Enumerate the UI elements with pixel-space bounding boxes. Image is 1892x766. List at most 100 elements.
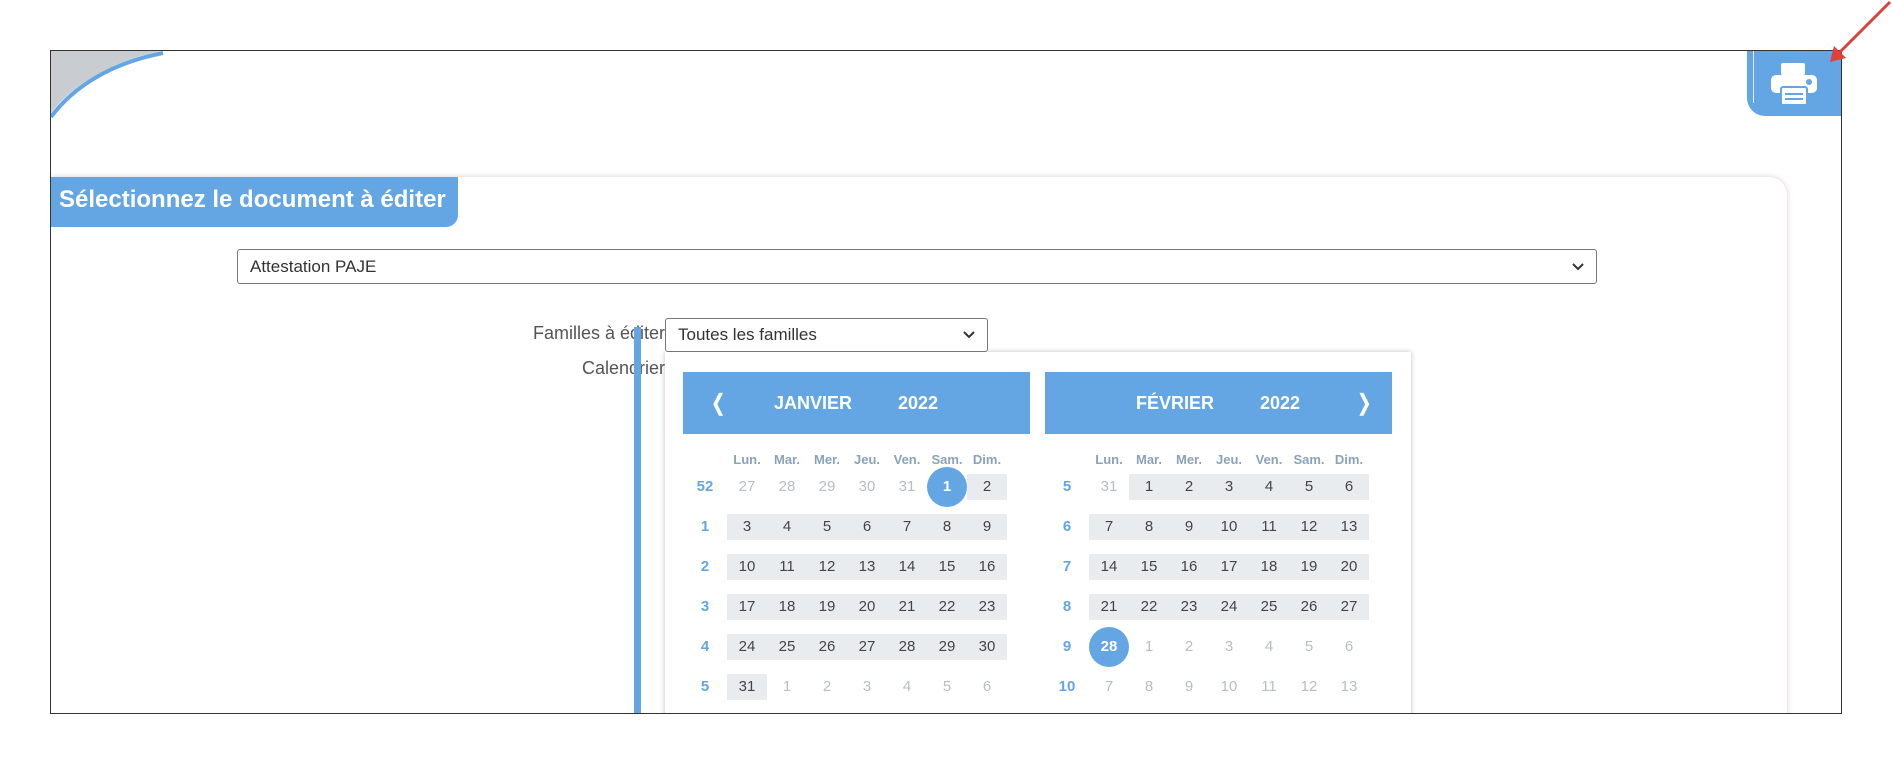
calendar-day[interactable]: 23 (1169, 594, 1209, 620)
calendar-day[interactable]: 6 (967, 674, 1007, 700)
calendar-day[interactable]: 11 (767, 554, 807, 580)
calendar-day[interactable]: 14 (887, 554, 927, 580)
calendar-day[interactable]: 1 (767, 674, 807, 700)
calendar-day[interactable]: 7 (1089, 674, 1129, 700)
calendar-day[interactable]: 9 (1169, 674, 1209, 700)
calendar-day-label: 8 (1144, 518, 1154, 535)
calendar-day-label: 14 (1100, 558, 1118, 575)
calendar-day-label: 31 (738, 678, 756, 695)
calendar-day[interactable]: 13 (1329, 514, 1369, 540)
calendar-day[interactable]: 15 (1129, 554, 1169, 580)
calendar-day[interactable]: 2 (967, 474, 1007, 500)
calendar-day[interactable]: 12 (807, 554, 847, 580)
calendar-day[interactable]: 6 (1329, 634, 1369, 660)
calendar-day-selected[interactable]: 1 (927, 467, 967, 507)
calendar-day[interactable]: 18 (1249, 554, 1289, 580)
calendar-day[interactable]: 22 (1129, 594, 1169, 620)
calendar-day[interactable]: 13 (1329, 674, 1369, 700)
month-header: ❬ JANVIER 2022 (683, 372, 1030, 434)
calendar-day[interactable]: 6 (847, 514, 887, 540)
calendar-day[interactable]: 4 (1249, 634, 1289, 660)
calendar-day[interactable]: 7 (1089, 514, 1129, 540)
calendar-day[interactable]: 10 (727, 554, 767, 580)
calendar-day[interactable]: 4 (887, 674, 927, 700)
calendar-day[interactable]: 31 (887, 474, 927, 500)
calendar-day[interactable]: 25 (767, 634, 807, 660)
calendar-day[interactable]: 19 (1289, 554, 1329, 580)
calendar-day[interactable]: 13 (847, 554, 887, 580)
calendar-day-label: 3 (1224, 638, 1234, 655)
calendar-day-label: 28 (778, 478, 796, 495)
calendar-day[interactable]: 31 (1089, 474, 1129, 500)
calendar-day[interactable]: 3 (847, 674, 887, 700)
prev-month-button[interactable]: ❬ (709, 372, 727, 434)
calendar-day[interactable]: 8 (1129, 674, 1169, 700)
calendar-day[interactable]: 5 (1289, 474, 1329, 500)
calendar-day[interactable]: 21 (1089, 594, 1129, 620)
calendar-day[interactable]: 6 (1329, 474, 1369, 500)
calendar-day[interactable]: 2 (1169, 634, 1209, 660)
calendar-day[interactable]: 27 (847, 634, 887, 660)
calendar-day[interactable]: 27 (727, 474, 767, 500)
calendar-day[interactable]: 16 (967, 554, 1007, 580)
calendar-day-selected[interactable]: 28 (1089, 627, 1129, 667)
calendar-day-label: 5 (1304, 478, 1314, 495)
calendar-day[interactable]: 5 (927, 674, 967, 700)
calendar-day[interactable]: 26 (807, 634, 847, 660)
calendar-day[interactable]: 23 (967, 594, 1007, 620)
calendar-day[interactable]: 9 (967, 514, 1007, 540)
calendar-day[interactable]: 20 (1329, 554, 1369, 580)
document-select[interactable]: Attestation PAJE (237, 249, 1597, 284)
families-select[interactable]: Toutes les familles (665, 318, 988, 352)
calendar-day[interactable]: 16 (1169, 554, 1209, 580)
calendar-day[interactable]: 8 (927, 514, 967, 540)
calendar-day[interactable]: 18 (767, 594, 807, 620)
calendar-day[interactable]: 17 (1209, 554, 1249, 580)
calendar-day[interactable]: 12 (1289, 674, 1329, 700)
calendar-day[interactable]: 14 (1089, 554, 1129, 580)
calendar-day[interactable]: 3 (727, 514, 767, 540)
calendar-day[interactable]: 21 (887, 594, 927, 620)
calendar-day[interactable]: 9 (1169, 514, 1209, 540)
calendar-day[interactable]: 10 (1209, 514, 1249, 540)
calendar-day-label: 26 (1300, 598, 1318, 615)
calendar-day-label: 30 (858, 478, 876, 495)
calendar-day[interactable]: 24 (1209, 594, 1249, 620)
calendar-day[interactable]: 4 (767, 514, 807, 540)
calendar-day[interactable]: 8 (1129, 514, 1169, 540)
calendar-day[interactable]: 11 (1249, 514, 1289, 540)
calendar-day[interactable]: 19 (807, 594, 847, 620)
calendar-day[interactable]: 29 (927, 634, 967, 660)
calendar-day-label: 23 (1180, 598, 1198, 615)
calendar-day[interactable]: 30 (967, 634, 1007, 660)
calendar-day[interactable]: 22 (927, 594, 967, 620)
calendar-day[interactable]: 2 (807, 674, 847, 700)
calendar-day[interactable]: 7 (887, 514, 927, 540)
calendar-day[interactable]: 30 (847, 474, 887, 500)
calendar-day[interactable]: 1 (1129, 634, 1169, 660)
calendar-day[interactable]: 1 (1129, 474, 1169, 500)
calendar-day[interactable]: 15 (927, 554, 967, 580)
calendar-day[interactable]: 31 (727, 674, 767, 700)
weekday-header: Jeu. (1215, 452, 1242, 467)
calendar-day[interactable]: 2 (1169, 474, 1209, 500)
calendar-day[interactable]: 3 (1209, 634, 1249, 660)
calendar-day[interactable]: 28 (887, 634, 927, 660)
calendar-day[interactable]: 3 (1209, 474, 1249, 500)
calendar-day[interactable]: 17 (727, 594, 767, 620)
calendar-day[interactable]: 20 (847, 594, 887, 620)
calendar-day[interactable]: 11 (1249, 674, 1289, 700)
next-month-button[interactable]: ❭ (1355, 372, 1373, 434)
calendar-day-label: 9 (1184, 518, 1194, 535)
calendar-day[interactable]: 28 (767, 474, 807, 500)
calendar-day[interactable]: 24 (727, 634, 767, 660)
calendar-day[interactable]: 4 (1249, 474, 1289, 500)
calendar-day[interactable]: 29 (807, 474, 847, 500)
calendar-day[interactable]: 5 (1289, 634, 1329, 660)
calendar-day[interactable]: 5 (807, 514, 847, 540)
calendar-day[interactable]: 12 (1289, 514, 1329, 540)
calendar-day[interactable]: 25 (1249, 594, 1289, 620)
calendar-day[interactable]: 27 (1329, 594, 1369, 620)
calendar-day[interactable]: 26 (1289, 594, 1329, 620)
calendar-day[interactable]: 10 (1209, 674, 1249, 700)
